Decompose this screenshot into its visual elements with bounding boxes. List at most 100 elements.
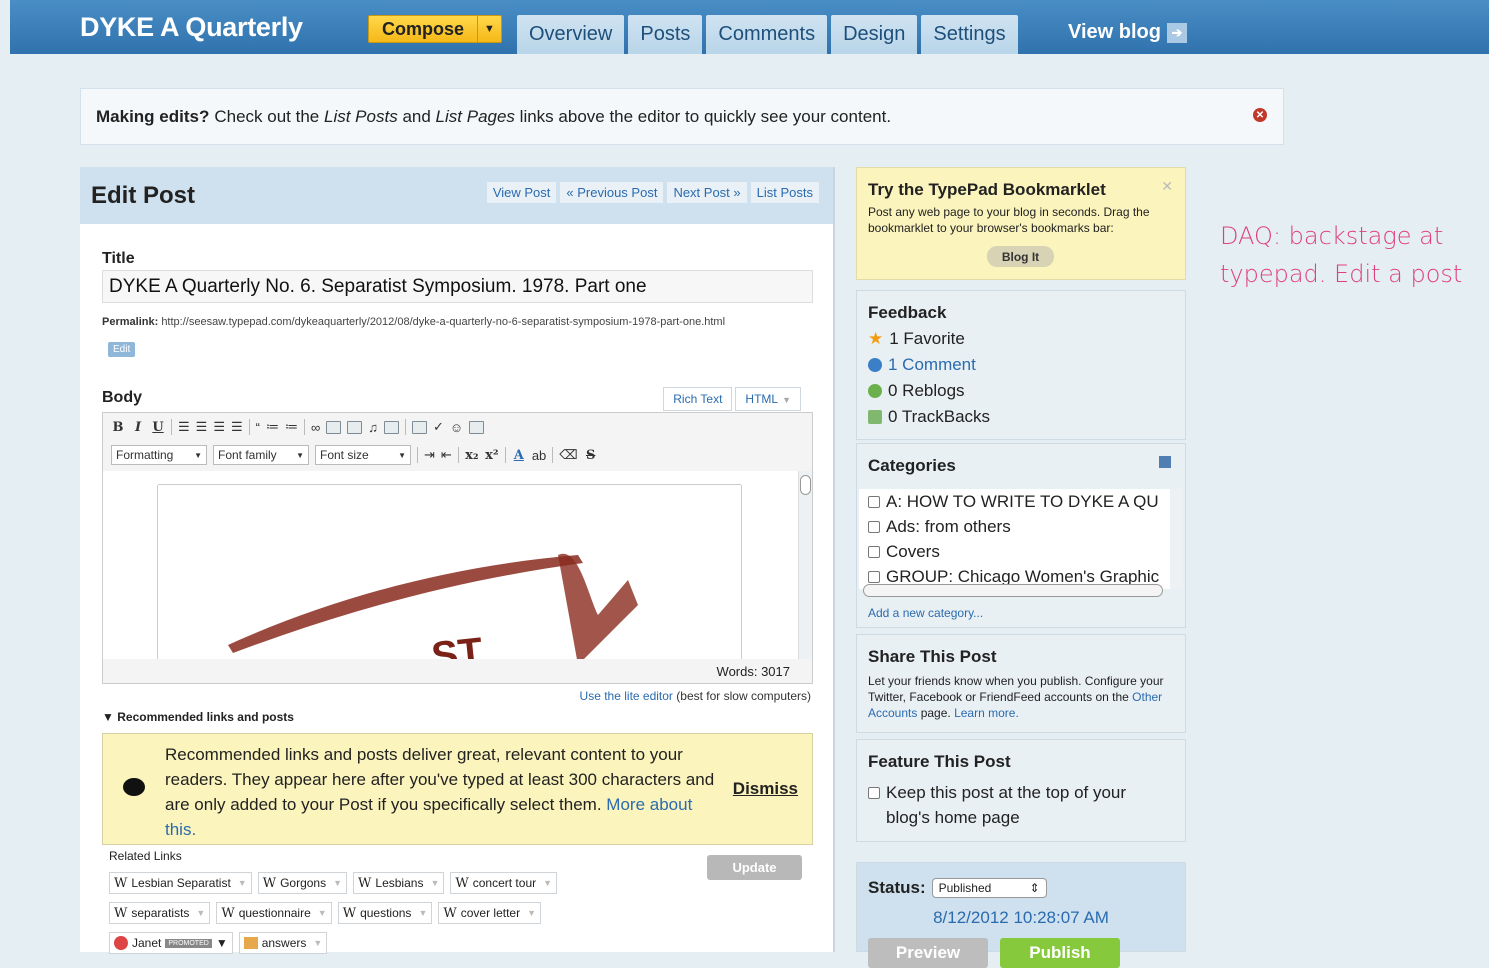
feature-checkbox[interactable] [868, 787, 880, 799]
close-icon[interactable]: ✕ [1253, 108, 1267, 122]
related-link-chip[interactable]: W Gorgons ▼ [257, 872, 348, 894]
chevron-down-icon[interactable]: ▼ [782, 395, 791, 405]
tab-rich-text[interactable]: Rich Text [663, 387, 733, 411]
superscript-icon[interactable]: x² [485, 448, 499, 463]
categories-list[interactable]: A: HOW TO WRITE TO DYKE A QU Ads: from o… [859, 489, 1173, 589]
scrollbar-thumb[interactable] [800, 475, 811, 495]
chevron-down-icon[interactable]: ▼ [216, 936, 228, 950]
related-link-chip[interactable]: W Lesbians ▼ [353, 872, 445, 894]
italic-icon[interactable]: I [131, 420, 145, 435]
align-left-icon[interactable]: ☰ [178, 419, 190, 435]
view-blog-label[interactable]: View blog [1068, 21, 1161, 44]
underline-icon[interactable]: U [151, 420, 165, 435]
font-size-label[interactable]: Font size [320, 448, 369, 462]
chevron-down-icon[interactable]: ▼ [430, 878, 439, 888]
compose-button[interactable]: Compose ▼ [368, 15, 502, 43]
chip-label[interactable]: answers [262, 936, 307, 950]
align-justify-icon[interactable]: ☰ [231, 419, 243, 435]
related-link-chip[interactable]: answers ▼ [238, 932, 328, 954]
categories-scrollbar[interactable] [1170, 489, 1183, 589]
formatting-select[interactable]: Formatting ▼ [111, 445, 207, 465]
outdent-icon[interactable]: ⇤ [441, 447, 452, 463]
category-label[interactable]: Ads: from others [886, 517, 1011, 537]
tab-html[interactable]: HTML ▼ [735, 387, 801, 411]
update-button[interactable]: Update [707, 855, 802, 880]
comments-link[interactable]: 1 Comment [888, 355, 976, 375]
publish-button[interactable]: Publish [1000, 938, 1120, 968]
category-label[interactable]: A: HOW TO WRITE TO DYKE A QU [886, 492, 1159, 512]
arrow-right-icon[interactable]: ➔ [1166, 22, 1187, 43]
related-link-chip[interactable]: W Lesbian Separatist ▼ [109, 872, 252, 894]
indent-icon[interactable]: ⇥ [424, 447, 435, 463]
related-link-chip[interactable]: Wquestionnaire ▼ [216, 902, 332, 924]
bold-icon[interactable]: B [111, 420, 125, 435]
align-center-icon[interactable]: ☰ [196, 419, 208, 435]
tab-html-label[interactable]: HTML [745, 392, 778, 406]
list-icon[interactable] [1159, 456, 1171, 468]
chevron-down-icon[interactable]: ▼ [196, 908, 205, 918]
compose-label[interactable]: Compose [369, 19, 477, 40]
category-checkbox[interactable] [868, 520, 880, 533]
file-icon[interactable] [384, 420, 399, 434]
related-link-chip[interactable]: Wseparatists ▼ [109, 902, 211, 924]
category-item[interactable]: Ads: from others [868, 514, 1173, 539]
subscript-icon[interactable]: x₂ [465, 448, 479, 463]
chevron-down-icon[interactable]: ▼ [477, 16, 501, 42]
category-item[interactable]: Covers [868, 539, 1173, 564]
next-post-link[interactable]: Next Post » [667, 182, 747, 203]
category-checkbox[interactable] [868, 570, 880, 583]
chip-label[interactable]: concert tour [473, 876, 536, 890]
view-blog-link[interactable]: View blog ➔ [1068, 21, 1187, 44]
category-checkbox[interactable] [868, 495, 880, 508]
list-posts-link[interactable]: List Posts [750, 182, 819, 203]
lite-editor-link[interactable]: Use the lite editor [580, 689, 673, 703]
chevron-down-icon[interactable]: ▼ [398, 451, 406, 460]
promoted-link-chip[interactable]: Janet PROMOTED ▼ [109, 932, 233, 954]
triangle-down-icon[interactable]: ▼ [102, 710, 114, 724]
chevron-down-icon[interactable]: ▼ [543, 878, 552, 888]
chip-label[interactable]: Janet [132, 936, 161, 950]
recommended-toggle[interactable]: ▼ Recommended links and posts [102, 710, 294, 724]
chevron-down-icon[interactable]: ▼ [527, 908, 536, 918]
blockquote-icon[interactable]: “ [256, 420, 260, 435]
chip-label[interactable]: Lesbian Separatist [131, 876, 230, 890]
chevron-down-icon[interactable]: ▼ [238, 878, 247, 888]
feature-label[interactable]: Keep this post at the top of your blog's… [886, 780, 1174, 830]
tab-overview[interactable]: Overview [517, 15, 625, 54]
previous-post-link[interactable]: « Previous Post [560, 182, 664, 203]
view-post-link[interactable]: View Post [486, 182, 557, 203]
tab-posts[interactable]: Posts [628, 15, 703, 54]
learn-more-link[interactable]: Learn more. [954, 706, 1019, 720]
chip-label[interactable]: Gorgons [280, 876, 326, 890]
eraser-icon[interactable]: ⌫ [559, 447, 577, 463]
categories-horizontal-scrollbar[interactable] [863, 584, 1163, 597]
chip-label[interactable]: Lesbians [375, 876, 423, 890]
category-item[interactable]: A: HOW TO WRITE TO DYKE A QU [868, 489, 1173, 514]
image-icon[interactable] [326, 420, 342, 434]
dismiss-link[interactable]: Dismiss [733, 779, 798, 799]
add-category-link[interactable]: Add a new category... [868, 606, 983, 620]
status-value[interactable]: Published [939, 881, 992, 895]
font-family-select[interactable]: Font family ▼ [213, 445, 309, 465]
related-link-chip[interactable]: Wcover letter ▼ [438, 902, 542, 924]
status-select[interactable]: Published ⇕ [931, 878, 1047, 898]
category-checkbox[interactable] [868, 545, 880, 558]
numbered-list-icon[interactable]: ≔ [285, 419, 298, 435]
chevron-down-icon[interactable]: ▼ [194, 451, 202, 460]
feature-option[interactable]: Keep this post at the top of your blog's… [868, 780, 1174, 830]
align-right-icon[interactable]: ☰ [213, 419, 225, 435]
related-link-chip[interactable]: Wconcert tour ▼ [450, 872, 558, 894]
spellcheck-icon[interactable]: ✓ [433, 419, 444, 435]
page-break-icon[interactable] [412, 420, 427, 434]
edit-permalink-button[interactable]: Edit [108, 342, 136, 357]
fullscreen-icon[interactable] [469, 420, 485, 434]
text-color-icon[interactable]: A [512, 448, 526, 463]
chip-label[interactable]: cover letter [461, 906, 520, 920]
video-icon[interactable] [347, 420, 363, 434]
chip-label[interactable]: questionnaire [239, 906, 311, 920]
updown-icon[interactable]: ⇕ [1030, 881, 1040, 895]
related-link-chip[interactable]: Wquestions ▼ [337, 902, 433, 924]
highlight-color-icon[interactable]: ab [532, 448, 546, 463]
bullet-list-icon[interactable]: ≔ [266, 419, 279, 435]
chevron-down-icon[interactable]: ▼ [418, 908, 427, 918]
